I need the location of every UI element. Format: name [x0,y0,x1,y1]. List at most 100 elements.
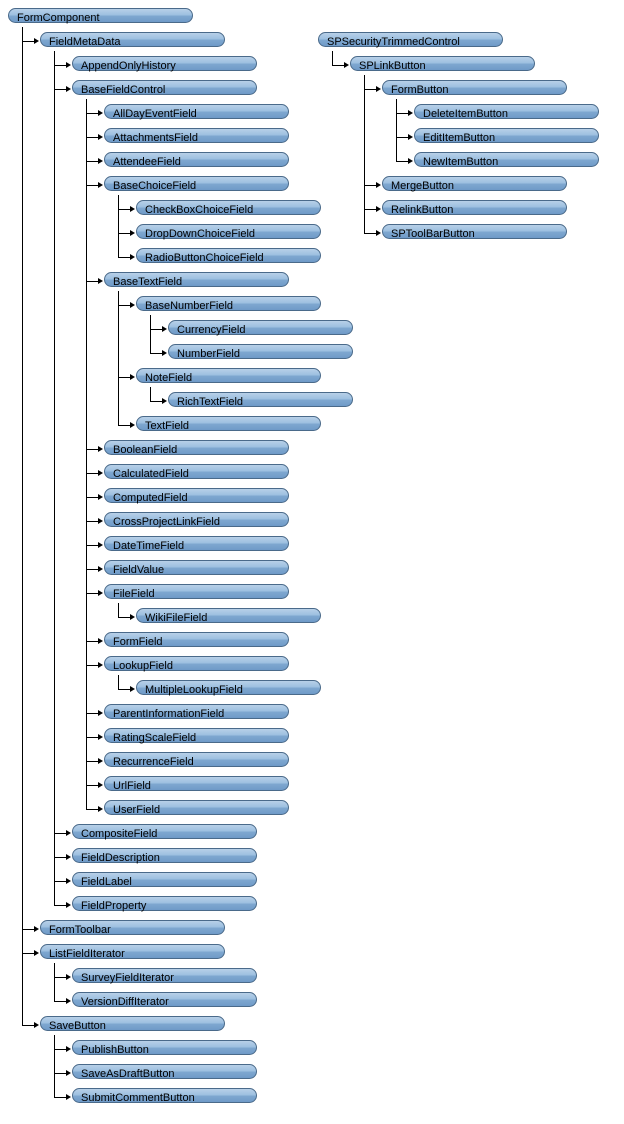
connector-line [86,99,87,809]
arrow-icon [98,638,103,644]
class-node: TextField [136,416,321,431]
connector-line [118,603,119,617]
connector-line [150,315,151,353]
class-node: CompositeField [72,824,257,839]
class-node: UserField [104,800,289,815]
class-node: FormField [104,632,289,647]
arrow-icon [66,86,71,92]
arrow-icon [98,782,103,788]
arrow-icon [98,758,103,764]
class-node: BaseTextField [104,272,289,287]
arrow-icon [130,614,135,620]
arrow-icon [98,134,103,140]
arrow-icon [66,1046,71,1052]
class-node: DateTimeField [104,536,289,551]
arrow-icon [34,38,39,44]
arrow-icon [98,446,103,452]
class-node: ParentInformationField [104,704,289,719]
arrow-icon [376,86,381,92]
arrow-icon [376,230,381,236]
arrow-icon [130,230,135,236]
class-node: UrlField [104,776,289,791]
arrow-icon [34,1022,39,1028]
connector-line [118,291,119,425]
class-node: ComputedField [104,488,289,503]
class-node: WikiFileField [136,608,321,623]
class-node: FileField [104,584,289,599]
class-node: BaseChoiceField [104,176,289,191]
arrow-icon [130,302,135,308]
class-node: DropDownChoiceField [136,224,321,239]
connector-line [396,99,397,161]
class-node: SubmitCommentButton [72,1088,257,1103]
connector-line [54,51,55,905]
class-node: RichTextField [168,392,353,407]
class-node: SurveyFieldIterator [72,968,257,983]
arrow-icon [130,374,135,380]
arrow-icon [66,830,71,836]
arrow-icon [66,62,71,68]
arrow-icon [34,950,39,956]
arrow-icon [98,806,103,812]
arrow-icon [66,854,71,860]
arrow-icon [162,326,167,332]
arrow-icon [98,494,103,500]
class-node: MergeButton [382,176,567,191]
arrow-icon [98,542,103,548]
class-node: FieldLabel [72,872,257,887]
class-node: NumberField [168,344,353,359]
class-node: NewItemButton [414,152,599,167]
connector-line [364,75,365,233]
arrow-icon [130,422,135,428]
arrow-icon [408,110,413,116]
class-node: DeleteItemButton [414,104,599,119]
class-node: AttachmentsField [104,128,289,143]
class-node: SPSecurityTrimmedControl [318,32,503,47]
arrow-icon [130,686,135,692]
class-node: EditItemButton [414,128,599,143]
class-node: SaveAsDraftButton [72,1064,257,1079]
arrow-icon [98,734,103,740]
class-node: RelinkButton [382,200,567,215]
arrow-icon [98,590,103,596]
connector-line [54,963,55,1001]
arrow-icon [98,110,103,116]
arrow-icon [98,518,103,524]
arrow-icon [130,254,135,260]
arrow-icon [408,158,413,164]
connector-line [118,195,119,257]
arrow-icon [66,902,71,908]
arrow-icon [66,878,71,884]
class-node: BaseNumberField [136,296,321,311]
class-node: FieldMetaData [40,32,225,47]
class-node: BaseFieldControl [72,80,257,95]
arrow-icon [408,134,413,140]
arrow-icon [130,206,135,212]
class-node: RatingScaleField [104,728,289,743]
arrow-icon [66,998,71,1004]
arrow-icon [376,206,381,212]
connector-line [332,51,333,65]
arrow-icon [98,662,103,668]
class-node: RecurrenceField [104,752,289,767]
class-node: AppendOnlyHistory [72,56,257,71]
class-node: FieldDescription [72,848,257,863]
connector-line [22,27,23,1025]
arrow-icon [98,182,103,188]
arrow-icon [98,566,103,572]
arrow-icon [376,182,381,188]
class-node: FieldValue [104,560,289,575]
class-node: FieldProperty [72,896,257,911]
class-node: CheckBoxChoiceField [136,200,321,215]
class-node: CrossProjectLinkField [104,512,289,527]
arrow-icon [162,398,167,404]
class-node: AllDayEventField [104,104,289,119]
arrow-icon [34,926,39,932]
arrow-icon [66,1094,71,1100]
class-node: VersionDiffIterator [72,992,257,1007]
class-node: ListFieldIterator [40,944,225,959]
class-node: FormComponent [8,8,193,23]
class-node: MultipleLookupField [136,680,321,695]
class-node: LookupField [104,656,289,671]
class-node: RadioButtonChoiceField [136,248,321,263]
